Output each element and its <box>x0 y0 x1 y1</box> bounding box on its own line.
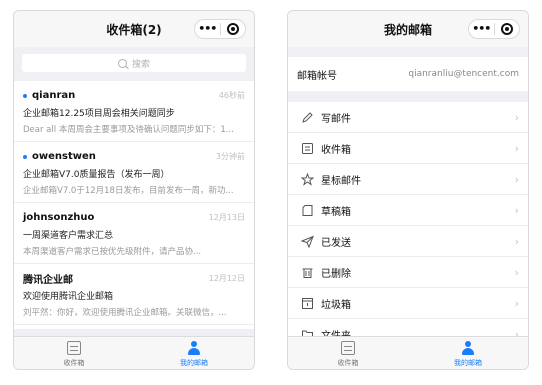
inbox-icon <box>341 341 355 355</box>
mail-subject: 企业邮箱V7.0质量报告（发布一周） <box>23 170 170 180</box>
page-title: 我的邮箱 <box>383 22 432 37</box>
tab-label: 收件箱 <box>337 359 359 367</box>
spam-icon <box>300 296 314 310</box>
menu-item-label: 写邮件 <box>321 113 351 125</box>
account-label: 邮箱帐号 <box>297 70 337 82</box>
menu-item-starred[interactable]: 星标邮件 › <box>288 164 528 195</box>
menu-item-label: 已发送 <box>321 237 351 249</box>
chevron-right-icon: › <box>514 234 519 248</box>
mail-preview: 企业邮箱V7.0于12月18日发布，目前发布一周，新功... <box>23 186 234 196</box>
menu-item-compose[interactable]: 写邮件 › <box>288 102 528 133</box>
menu-item-label: 草稿箱 <box>321 206 351 218</box>
unread-dot <box>23 154 27 159</box>
mail-item[interactable]: owenstwen 3分钟前 企业邮箱V7.0质量报告（发布一周） 企业邮箱V7… <box>14 142 254 203</box>
mail-sender: qianran <box>32 90 76 101</box>
tab-label: 收件箱 <box>63 359 85 367</box>
menu-item-spam[interactable]: 垃圾箱 › <box>288 288 528 319</box>
draft-icon <box>300 203 314 217</box>
menu-item-deleted[interactable]: 已删除 › <box>288 257 528 288</box>
menu-item-label: 已删除 <box>321 268 351 280</box>
mail-item[interactable]: johnsonzhuo 12月13日 一周渠道客户需求汇总 本周渠道客户需求已按… <box>14 203 254 264</box>
search-icon <box>117 58 127 68</box>
mail-sender: 腾讯企业邮 <box>23 275 73 286</box>
tab-my-mailbox[interactable]: 我的邮箱 <box>408 337 528 369</box>
page-title: 收件箱(2) <box>106 22 162 37</box>
tab-my-mailbox[interactable]: 我的邮箱 <box>134 337 254 369</box>
mini-program-capsule: ••• <box>468 19 520 39</box>
account-value: qianranliu@tencent.com <box>408 69 519 79</box>
title-bar: 收件箱(2) ••• <box>14 11 254 47</box>
menu-item-drafts[interactable]: 草稿箱 › <box>288 195 528 226</box>
chevron-right-icon: › <box>514 141 519 155</box>
mini-program-capsule: ••• <box>194 19 246 39</box>
unread-dot <box>23 93 27 98</box>
star-icon <box>300 172 314 186</box>
mail-item[interactable]: qianran 46秒前 企业邮箱12.25项目周会相关问题同步 Dear al… <box>14 81 254 142</box>
chevron-right-icon: › <box>514 110 519 124</box>
mail-preview: 本周渠道客户需求已按优先级附件，请产品协... <box>23 247 202 257</box>
mail-sender: owenstwen <box>32 151 96 162</box>
menu-item-label: 星标邮件 <box>321 175 361 187</box>
more-icon[interactable]: ••• <box>469 20 494 38</box>
close-icon[interactable] <box>221 23 246 35</box>
chevron-right-icon: › <box>514 265 519 279</box>
pen-icon <box>300 110 314 124</box>
mail-item[interactable]: 腾讯企业邮 12月12日 欢迎使用腾讯企业邮箱 刘平然：你好，欢迎使用腾讯企业邮… <box>14 264 254 325</box>
chevron-right-icon: › <box>514 172 519 186</box>
tab-label: 我的邮箱 <box>180 359 208 367</box>
send-icon <box>300 234 314 248</box>
menu-item-sent[interactable]: 已发送 › <box>288 226 528 257</box>
menu-item-label: 垃圾箱 <box>321 299 351 311</box>
title-bar: 我的邮箱 ••• <box>288 11 528 47</box>
inbox-icon <box>300 141 314 155</box>
mail-list: qianran 46秒前 企业邮箱12.25项目周会相关问题同步 Dear al… <box>14 81 254 325</box>
tab-bar: 收件箱 我的邮箱 <box>288 336 528 369</box>
mail-subject: 一周渠道客户需求汇总 <box>23 231 114 241</box>
chevron-right-icon: › <box>514 296 519 310</box>
mail-time: 46秒前 <box>218 91 245 100</box>
search-bar: 搜索 <box>14 47 254 81</box>
menu-item-folders[interactable]: 文件夹 › <box>288 319 528 337</box>
mail-time: 3分钟前 <box>215 152 245 161</box>
search-placeholder: 搜索 <box>131 59 150 70</box>
mail-subject: 企业邮箱12.25项目周会相关问题同步 <box>23 109 175 119</box>
tab-inbox[interactable]: 收件箱 <box>14 337 134 369</box>
chevron-right-icon: › <box>514 203 519 217</box>
search-input[interactable]: 搜索 <box>22 54 246 72</box>
mail-subject: 欢迎使用腾讯企业邮箱 <box>23 292 114 302</box>
inbox-screen: 收件箱(2) ••• 搜索 qianran 46秒前 企业邮箱12.25项目周会… <box>13 10 255 370</box>
mail-sender: johnsonzhuo <box>23 212 95 223</box>
tab-inbox[interactable]: 收件箱 <box>288 337 408 369</box>
inbox-icon <box>67 341 81 355</box>
trash-icon <box>300 265 314 279</box>
mailbox-menu: 写邮件 › 收件箱 › 星标邮件 › 草稿箱 › 已发送 › 已删除 › 垃圾箱… <box>288 102 528 337</box>
tab-bar: 收件箱 我的邮箱 <box>14 336 254 369</box>
person-icon <box>461 341 475 355</box>
tab-label: 我的邮箱 <box>454 359 482 367</box>
person-icon <box>187 341 201 355</box>
more-icon[interactable]: ••• <box>195 20 220 38</box>
account-row: 邮箱帐号 qianranliu@tencent.com <box>288 57 528 91</box>
menu-item-label: 收件箱 <box>321 144 351 156</box>
menu-item-inbox[interactable]: 收件箱 › <box>288 133 528 164</box>
mail-preview: Dear all 本周周会主要事项及待确认问题同步如下：1... <box>23 125 234 135</box>
my-mailbox-screen: 我的邮箱 ••• 邮箱帐号 qianranliu@tencent.com 写邮件… <box>287 10 529 370</box>
mail-time: 12月12日 <box>208 274 245 283</box>
close-icon[interactable] <box>495 23 520 35</box>
mail-time: 12月13日 <box>208 213 245 222</box>
mail-preview: 刘平然：你好，欢迎使用腾讯企业邮箱。关联微信，... <box>23 308 227 318</box>
